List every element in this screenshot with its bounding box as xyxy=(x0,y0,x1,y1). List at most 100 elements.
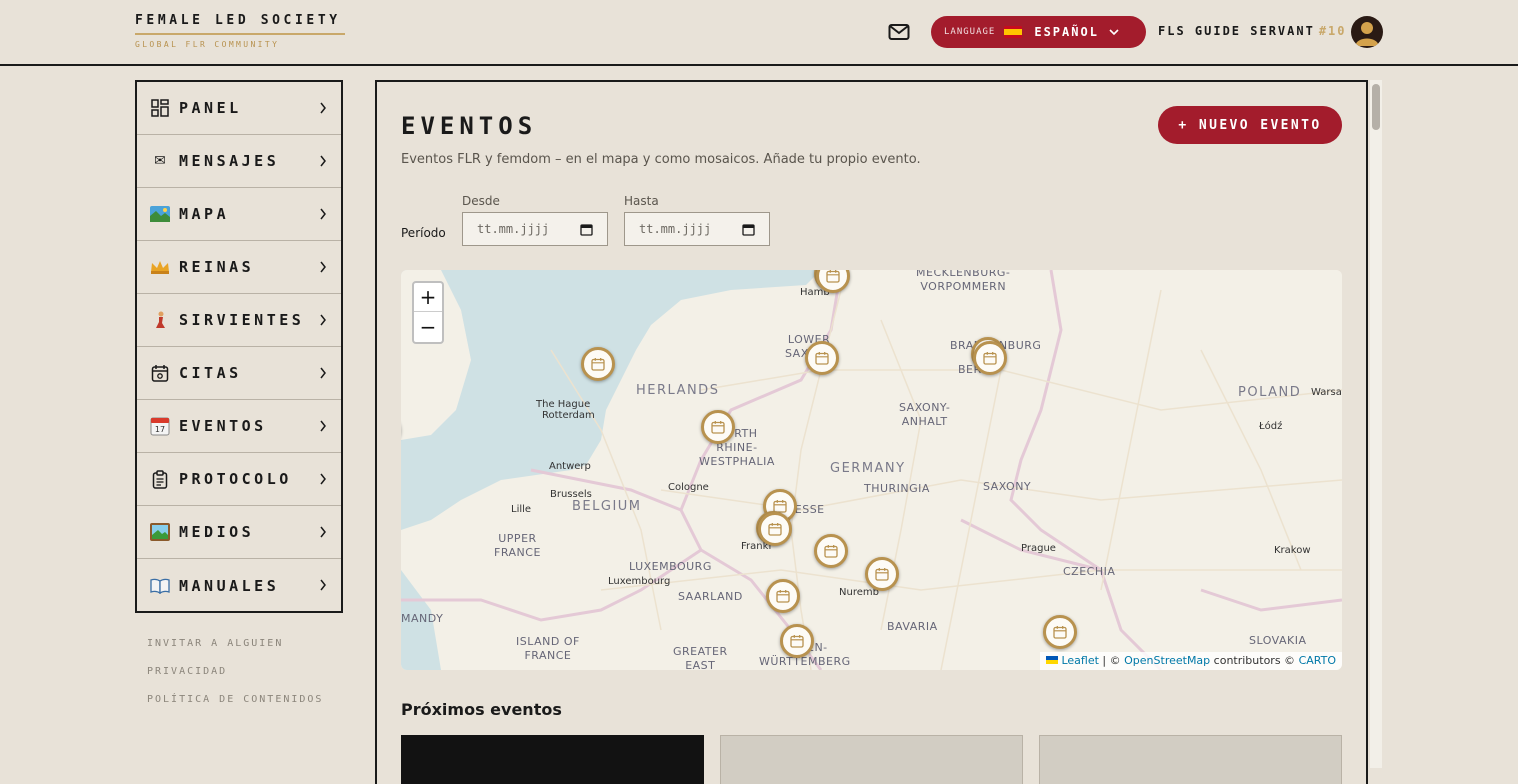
clipboard-icon xyxy=(150,469,170,489)
event-card[interactable] xyxy=(401,735,704,784)
svg-text:17: 17 xyxy=(155,425,165,434)
event-marker[interactable] xyxy=(758,512,792,546)
event-marker[interactable] xyxy=(780,624,814,658)
sidebar-item-label: MEDIOS xyxy=(179,523,255,541)
language-selector[interactable]: LANGUAGE ESPAÑOL xyxy=(931,16,1146,48)
calendar-icon xyxy=(776,590,790,603)
new-event-button[interactable]: + NUEVO EVENTO xyxy=(1158,106,1342,144)
map-label-saxony-anhalt: SAXONY- ANHALT xyxy=(899,401,951,428)
osm-link[interactable]: OpenStreetMap xyxy=(1124,654,1210,667)
brand-divider xyxy=(135,33,345,35)
sidebar-item-medios[interactable]: MEDIOS xyxy=(137,506,341,559)
to-date-placeholder: tt.mm.jjjj xyxy=(639,222,712,236)
from-label: Desde xyxy=(462,194,500,208)
zoom-out-button[interactable]: − xyxy=(414,312,442,341)
calendar-check-icon xyxy=(150,363,170,383)
event-marker[interactable] xyxy=(1043,615,1077,649)
crown-icon xyxy=(150,257,170,277)
sidebar-item-label: PROTOCOLO xyxy=(179,470,292,488)
calendar-icon xyxy=(815,352,829,365)
sidebar-item-sirvientes[interactable]: SIRVIENTES xyxy=(137,294,341,347)
calendar-icon xyxy=(591,358,605,371)
event-marker[interactable] xyxy=(581,347,615,381)
map-icon xyxy=(150,204,170,224)
calendar-icon xyxy=(875,568,889,581)
chevron-right-icon xyxy=(320,261,326,273)
invite-link[interactable]: INVITAR A ALGUIEN xyxy=(147,638,323,649)
sidebar-item-manuales[interactable]: MANUALES xyxy=(137,559,341,612)
event-card[interactable] xyxy=(720,735,1023,784)
page-subtitle: Eventos FLR y femdom – en el mapa y como… xyxy=(401,152,921,167)
map-attribution: Leaflet | © OpenStreetMap contributors ©… xyxy=(1040,652,1342,670)
sidebar-item-reinas[interactable]: REINAS xyxy=(137,241,341,294)
event-card[interactable] xyxy=(1039,735,1342,784)
privacy-link[interactable]: PRIVACIDAD xyxy=(147,666,323,677)
picture-icon xyxy=(150,522,170,542)
calendar-icon xyxy=(1053,626,1067,639)
map-label-normandy: MANDY xyxy=(401,612,444,625)
sidebar-item-label: MAPA xyxy=(179,205,230,223)
chevron-right-icon xyxy=(320,208,326,220)
sidebar-item-mensajes[interactable]: ✉ MENSAJES xyxy=(137,135,341,188)
calendar-icon xyxy=(711,421,725,434)
calendar-icon[interactable] xyxy=(580,223,593,236)
event-marker[interactable] xyxy=(805,341,839,375)
from-date-placeholder: tt.mm.jjjj xyxy=(477,222,550,236)
sidebar-item-mapa[interactable]: MAPA xyxy=(137,188,341,241)
chevron-right-icon xyxy=(320,102,326,114)
brand-logo[interactable]: FEMALE LED SOCIETY GLOBAL FLR COMMUNITY xyxy=(135,13,345,49)
sidebar-item-panel[interactable]: PANEL xyxy=(137,82,341,135)
calendar-icon xyxy=(824,545,838,558)
footer-links: INVITAR A ALGUIEN PRIVACIDAD POLÍTICA DE… xyxy=(147,638,323,722)
language-value: ESPAÑOL xyxy=(1034,25,1099,39)
calendar-icon xyxy=(983,352,997,365)
map-label-netherlands: HERLANDS xyxy=(636,383,720,398)
map-label-rotterdam: Rotterdam xyxy=(542,410,595,421)
brand-subtitle: GLOBAL FLR COMMUNITY xyxy=(135,40,280,49)
sidebar-item-label: REINAS xyxy=(179,258,255,276)
sidebar-item-citas[interactable]: CITAS xyxy=(137,347,341,400)
scrollbar-thumb[interactable] xyxy=(1372,84,1380,130)
mail-icon[interactable] xyxy=(888,23,910,41)
sidebar-item-label: EVENTOS xyxy=(179,417,267,435)
carto-link[interactable]: CARTO xyxy=(1299,654,1336,667)
page-title: EVENTOS xyxy=(401,112,538,140)
event-marker[interactable] xyxy=(766,579,800,613)
sidebar-item-eventos[interactable]: 17 EVENTOS xyxy=(137,400,341,453)
kneeling-person-icon xyxy=(150,310,170,330)
calendar-icon[interactable] xyxy=(742,223,755,236)
events-map[interactable]: MECKLENBURG- VORPOMMERN Hamb LOWER SAXON… xyxy=(401,270,1342,670)
calendar-icon xyxy=(826,270,840,283)
map-label-belgium: BELGIUM xyxy=(572,499,642,514)
user-name[interactable]: FLS GUIDE SERVANT #10 xyxy=(1158,24,1347,38)
event-marker[interactable] xyxy=(865,557,899,591)
map-label-upper-france: UPPER FRANCE xyxy=(494,532,541,559)
map-label-saxony: SAXONY xyxy=(983,480,1032,493)
event-marker[interactable] xyxy=(973,341,1007,375)
sidebar-item-label: PANEL xyxy=(179,99,242,117)
from-date-input[interactable]: tt.mm.jjjj xyxy=(462,212,608,246)
period-label: Período xyxy=(401,226,446,240)
sidebar-item-protocolo[interactable]: PROTOCOLO xyxy=(137,453,341,506)
map-label-thuringia: THURINGIA xyxy=(864,482,930,495)
brand-title: FEMALE LED SOCIETY xyxy=(135,13,341,28)
leaflet-link[interactable]: Leaflet xyxy=(1061,654,1098,667)
calendar-icon: 17 xyxy=(150,416,170,436)
avatar[interactable] xyxy=(1351,16,1383,48)
to-date-input[interactable]: tt.mm.jjjj xyxy=(624,212,770,246)
content-policy-link[interactable]: POLÍTICA DE CONTENIDOS xyxy=(147,694,323,705)
map-label-luxembourg-city: Luxembourg xyxy=(608,576,671,587)
sidebar-item-label: CITAS xyxy=(179,364,242,382)
sidebar-nav: PANEL ✉ MENSAJES MAPA REINAS SIRVIENTES … xyxy=(135,80,343,613)
map-label-prague: Prague xyxy=(1021,543,1056,554)
user-rank: #10 xyxy=(1318,24,1347,38)
chevron-down-icon xyxy=(1109,29,1119,36)
map-label-lodz: Łódź xyxy=(1259,421,1283,432)
event-marker[interactable] xyxy=(814,534,848,568)
map-label-warsaw: Warsa xyxy=(1311,387,1342,398)
event-marker[interactable] xyxy=(701,410,735,444)
map-label-czechia: CZECHIA xyxy=(1063,565,1116,578)
zoom-in-button[interactable]: + xyxy=(414,283,442,312)
dashboard-icon xyxy=(150,98,170,118)
scrollbar[interactable] xyxy=(1370,80,1382,768)
